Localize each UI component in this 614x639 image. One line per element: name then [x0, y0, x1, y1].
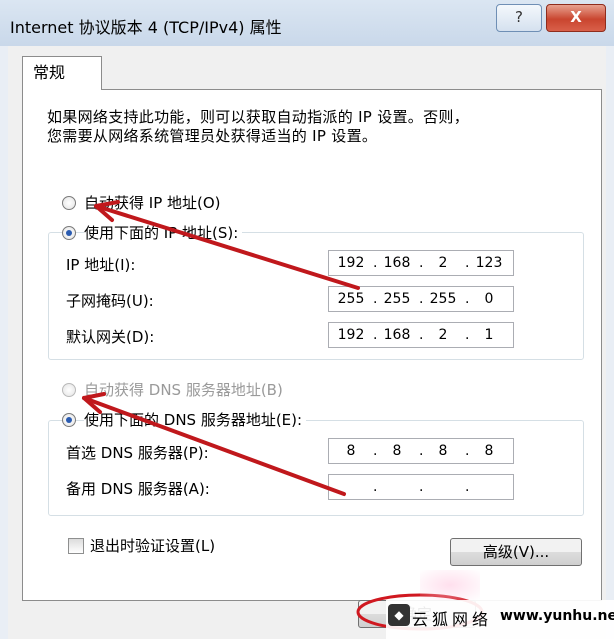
- dns-manual-label[interactable]: 使用下面的 DNS 服务器地址(E):: [84, 409, 307, 430]
- help-button[interactable]: ?: [496, 4, 542, 32]
- title-bar: Internet 协议版本 4 (TCP/IPv4) 属性 ? X: [0, 0, 614, 46]
- validate-on-exit-checkbox[interactable]: [68, 538, 84, 554]
- octet-separator: .: [419, 291, 424, 307]
- close-button[interactable]: X: [546, 4, 606, 32]
- default-gateway-field[interactable]: 192 . 168 . 2 . 1: [328, 322, 514, 348]
- gateway-octet-4: 1: [484, 327, 494, 343]
- subnet-mask-octet-2: 255: [383, 291, 411, 307]
- ip-auto-radio[interactable]: [62, 196, 76, 210]
- ip-address-octet-1: 192: [337, 255, 365, 271]
- ip-address-label: IP 地址(I):: [66, 256, 136, 274]
- subnet-mask-octet-1: 255: [337, 291, 365, 307]
- dns-settings-group: [48, 420, 584, 516]
- alternate-dns-label: 备用 DNS 服务器(A):: [66, 480, 210, 498]
- octet-separator: .: [465, 327, 470, 343]
- subnet-mask-field[interactable]: 255 . 255 . 255 . 0: [328, 286, 514, 312]
- octet-separator: .: [465, 291, 470, 307]
- description-text: 如果网络支持此功能，则可以获取自动指派的 IP 设置。否则， 您需要从网络系统管…: [47, 108, 567, 146]
- ip-address-octet-2: 168: [383, 255, 411, 271]
- description-line-1: 如果网络支持此功能，则可以获取自动指派的 IP 设置。否则，: [47, 108, 470, 126]
- validate-on-exit-label[interactable]: 退出时验证设置(L): [90, 535, 215, 556]
- octet-separator: .: [373, 443, 378, 459]
- ip-manual-label[interactable]: 使用下面的 IP 地址(S):: [84, 222, 243, 243]
- octet-separator: .: [465, 255, 470, 271]
- octet-separator: .: [419, 327, 424, 343]
- preferred-dns-octet-1: 8: [346, 443, 356, 459]
- octet-separator: .: [419, 443, 424, 459]
- dns-auto-label[interactable]: 自动获得 DNS 服务器地址(B): [84, 379, 283, 400]
- octet-separator: .: [373, 291, 378, 307]
- ip-manual-radio[interactable]: [62, 226, 76, 240]
- octet-separator: .: [419, 255, 424, 271]
- preferred-dns-label: 首选 DNS 服务器(P):: [66, 444, 209, 462]
- subnet-mask-octet-4: 0: [484, 291, 494, 307]
- gateway-octet-3: 2: [438, 327, 448, 343]
- tab-general[interactable]: 常规: [22, 56, 102, 90]
- dns-auto-radio[interactable]: [62, 383, 76, 397]
- preferred-dns-octet-3: 8: [438, 443, 448, 459]
- description-line-2: 您需要从网络系统管理员处获得适当的 IP 设置。: [47, 127, 378, 145]
- subnet-mask-octet-3: 255: [429, 291, 457, 307]
- ip-address-octet-3: 2: [438, 255, 448, 271]
- watermark-text: 云狐网络: [412, 610, 493, 629]
- alternate-dns-field[interactable]: . . .: [328, 474, 514, 500]
- ip-address-octet-4: 123: [475, 255, 503, 271]
- preferred-dns-field[interactable]: 8 . 8 . 8 . 8: [328, 438, 514, 464]
- octet-separator: .: [373, 327, 378, 343]
- default-gateway-label: 默认网关(D):: [66, 328, 155, 346]
- subnet-mask-label: 子网掩码(U):: [66, 292, 154, 310]
- ip-address-field[interactable]: 192 . 168 . 2 . 123: [328, 250, 514, 276]
- preferred-dns-octet-2: 8: [392, 443, 402, 459]
- ip-auto-label[interactable]: 自动获得 IP 地址(O): [84, 192, 221, 213]
- octet-separator: .: [465, 479, 470, 495]
- dns-manual-radio[interactable]: [62, 413, 76, 427]
- advanced-button[interactable]: 高级(V)...: [450, 538, 582, 566]
- gateway-octet-1: 192: [337, 327, 365, 343]
- octet-separator: .: [373, 255, 378, 271]
- octet-separator: .: [465, 443, 470, 459]
- watermark-logo-icon: ◆: [388, 604, 410, 626]
- watermark-url: www.yunhu.net: [500, 608, 614, 624]
- background-blur: [420, 570, 480, 600]
- gateway-octet-2: 168: [383, 327, 411, 343]
- window-title: Internet 协议版本 4 (TCP/IPv4) 属性: [10, 18, 282, 37]
- octet-separator: .: [373, 479, 378, 495]
- octet-separator: .: [419, 479, 424, 495]
- preferred-dns-octet-4: 8: [484, 443, 494, 459]
